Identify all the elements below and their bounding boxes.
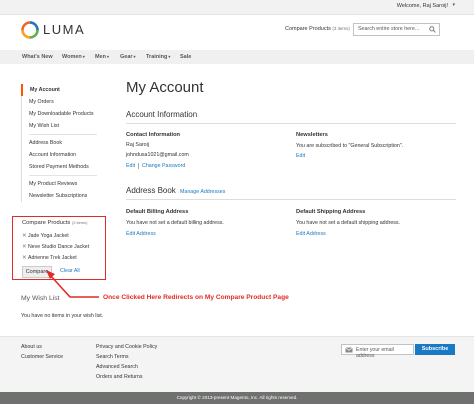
compare-list-item: ✕Jade Yoga Jacket: [22, 233, 69, 239]
clear-all-link[interactable]: Clear All: [60, 268, 80, 274]
edit-newsletters-link[interactable]: Edit: [296, 153, 305, 159]
compare-button[interactable]: Compare: [22, 266, 52, 278]
wishlist-empty-message: You have no items in your wish list.: [21, 313, 104, 319]
contact-information-title: Contact Information: [126, 132, 181, 138]
compare-list-item: ✕Neve Studio Dance Jacket: [22, 244, 90, 250]
customer-name: Raj Saroij: [126, 142, 149, 148]
footer-link-search-terms[interactable]: Search Terms: [96, 354, 129, 360]
divider: [138, 163, 139, 169]
sidebar-item-downloadable-products[interactable]: My Downloadable Products: [22, 108, 101, 120]
manage-addresses-link[interactable]: Manage Addresses: [180, 189, 225, 195]
compare-products-title: Compare Products (3 items): [22, 220, 88, 226]
luma-logo-icon[interactable]: [21, 21, 39, 39]
compare-products-link[interactable]: Compare Products (3 items): [285, 26, 350, 32]
chevron-down-icon: ▾: [168, 54, 171, 59]
wishlist-title: My Wish List: [21, 295, 60, 302]
edit-shipping-address-link[interactable]: Edit Address: [296, 231, 326, 237]
nav-item-whats-new[interactable]: What's New: [22, 54, 53, 60]
chevron-down-icon[interactable]: ▾: [452, 2, 455, 8]
account-nav: My Account My Orders My Downloadable Pro…: [21, 84, 101, 202]
shipping-address-text: You have not set a default shipping addr…: [296, 220, 401, 226]
sidebar-item-newsletter-subscriptions[interactable]: Newsletter Subscriptions: [22, 190, 101, 202]
sidebar-item-address-book[interactable]: Address Book: [22, 137, 101, 149]
chevron-down-icon: ▾: [107, 54, 110, 59]
envelope-icon: [345, 347, 353, 353]
address-book-title: Address Book: [126, 186, 176, 195]
annotation-text: Once Clicked Here Redirects on My Compar…: [103, 294, 289, 301]
footer-link-advanced-search[interactable]: Advanced Search: [96, 364, 138, 370]
nav-item-training[interactable]: Training▾: [146, 54, 170, 60]
sidebar-item-account-information[interactable]: Account Information: [22, 149, 101, 161]
account-sidebar: My Account My Orders My Downloadable Pro…: [21, 84, 101, 202]
copyright-bar: Copyright © 2013-present Magento, Inc. A…: [0, 392, 474, 404]
nav-item-gear[interactable]: Gear▾: [120, 54, 136, 60]
subscribe-button[interactable]: Subscribe: [415, 344, 455, 355]
compare-list-item: ✕Adrienne Trek Jacket: [22, 255, 77, 261]
newsletter-email-input[interactable]: Enter your email address: [341, 344, 414, 359]
sidebar-item-wish-list[interactable]: My Wish List: [22, 120, 101, 132]
divider: [126, 199, 456, 200]
main-navigation: What's New Women▾ Men▾ Gear▾ Training▾ S…: [0, 50, 474, 64]
logo-text[interactable]: LUMA: [43, 22, 85, 37]
chevron-down-icon: ▾: [133, 54, 136, 59]
change-password-link[interactable]: Change Password: [142, 163, 185, 169]
welcome-message: Welcome, Raj Saroij!: [396, 3, 448, 9]
edit-contact-link[interactable]: Edit: [126, 163, 135, 169]
sidebar-item-product-reviews[interactable]: My Product Reviews: [22, 178, 101, 190]
default-billing-title: Default Billing Address: [126, 209, 189, 215]
sidebar-item-stored-payment-methods[interactable]: Stored Payment Methods: [22, 161, 101, 173]
footer-link-customer-service[interactable]: Customer Service: [21, 354, 63, 360]
footer-link-about-us[interactable]: About us: [21, 344, 42, 350]
search-icon[interactable]: [429, 26, 436, 33]
edit-billing-address-link[interactable]: Edit Address: [126, 231, 156, 237]
search-input[interactable]: Search entire store here...: [353, 23, 440, 36]
sidebar-item-my-orders[interactable]: My Orders: [22, 96, 101, 108]
nav-item-sale[interactable]: Sale: [180, 54, 191, 60]
nav-item-women[interactable]: Women▾: [62, 54, 85, 60]
chevron-down-icon: ▾: [82, 54, 85, 59]
footer-link-orders-returns[interactable]: Orders and Returns: [96, 374, 143, 380]
divider: [29, 134, 97, 135]
newsletter-status: You are subscribed to "General Subscript…: [296, 143, 404, 149]
nav-item-men[interactable]: Men▾: [95, 54, 109, 60]
sidebar-item-my-account[interactable]: My Account: [21, 84, 101, 96]
divider: [126, 123, 456, 124]
customer-email: johndusa1021@gmail.com: [126, 152, 189, 158]
footer-link-privacy[interactable]: Privacy and Cookie Policy: [96, 344, 157, 350]
divider: [29, 175, 97, 176]
billing-address-text: You have not set a default billing addre…: [126, 220, 224, 226]
page-title: My Account: [126, 79, 204, 96]
default-shipping-title: Default Shipping Address: [296, 209, 366, 215]
newsletter-placeholder: Enter your email address: [356, 346, 394, 359]
top-bar: Welcome, Raj Saroij! ▾: [0, 0, 474, 15]
account-information-title: Account Information: [126, 110, 198, 119]
search-placeholder: Search entire store here...: [358, 26, 420, 32]
copyright-text: Copyright © 2013-present Magento, Inc. A…: [176, 394, 298, 400]
newsletters-title: Newsletters: [296, 132, 328, 138]
